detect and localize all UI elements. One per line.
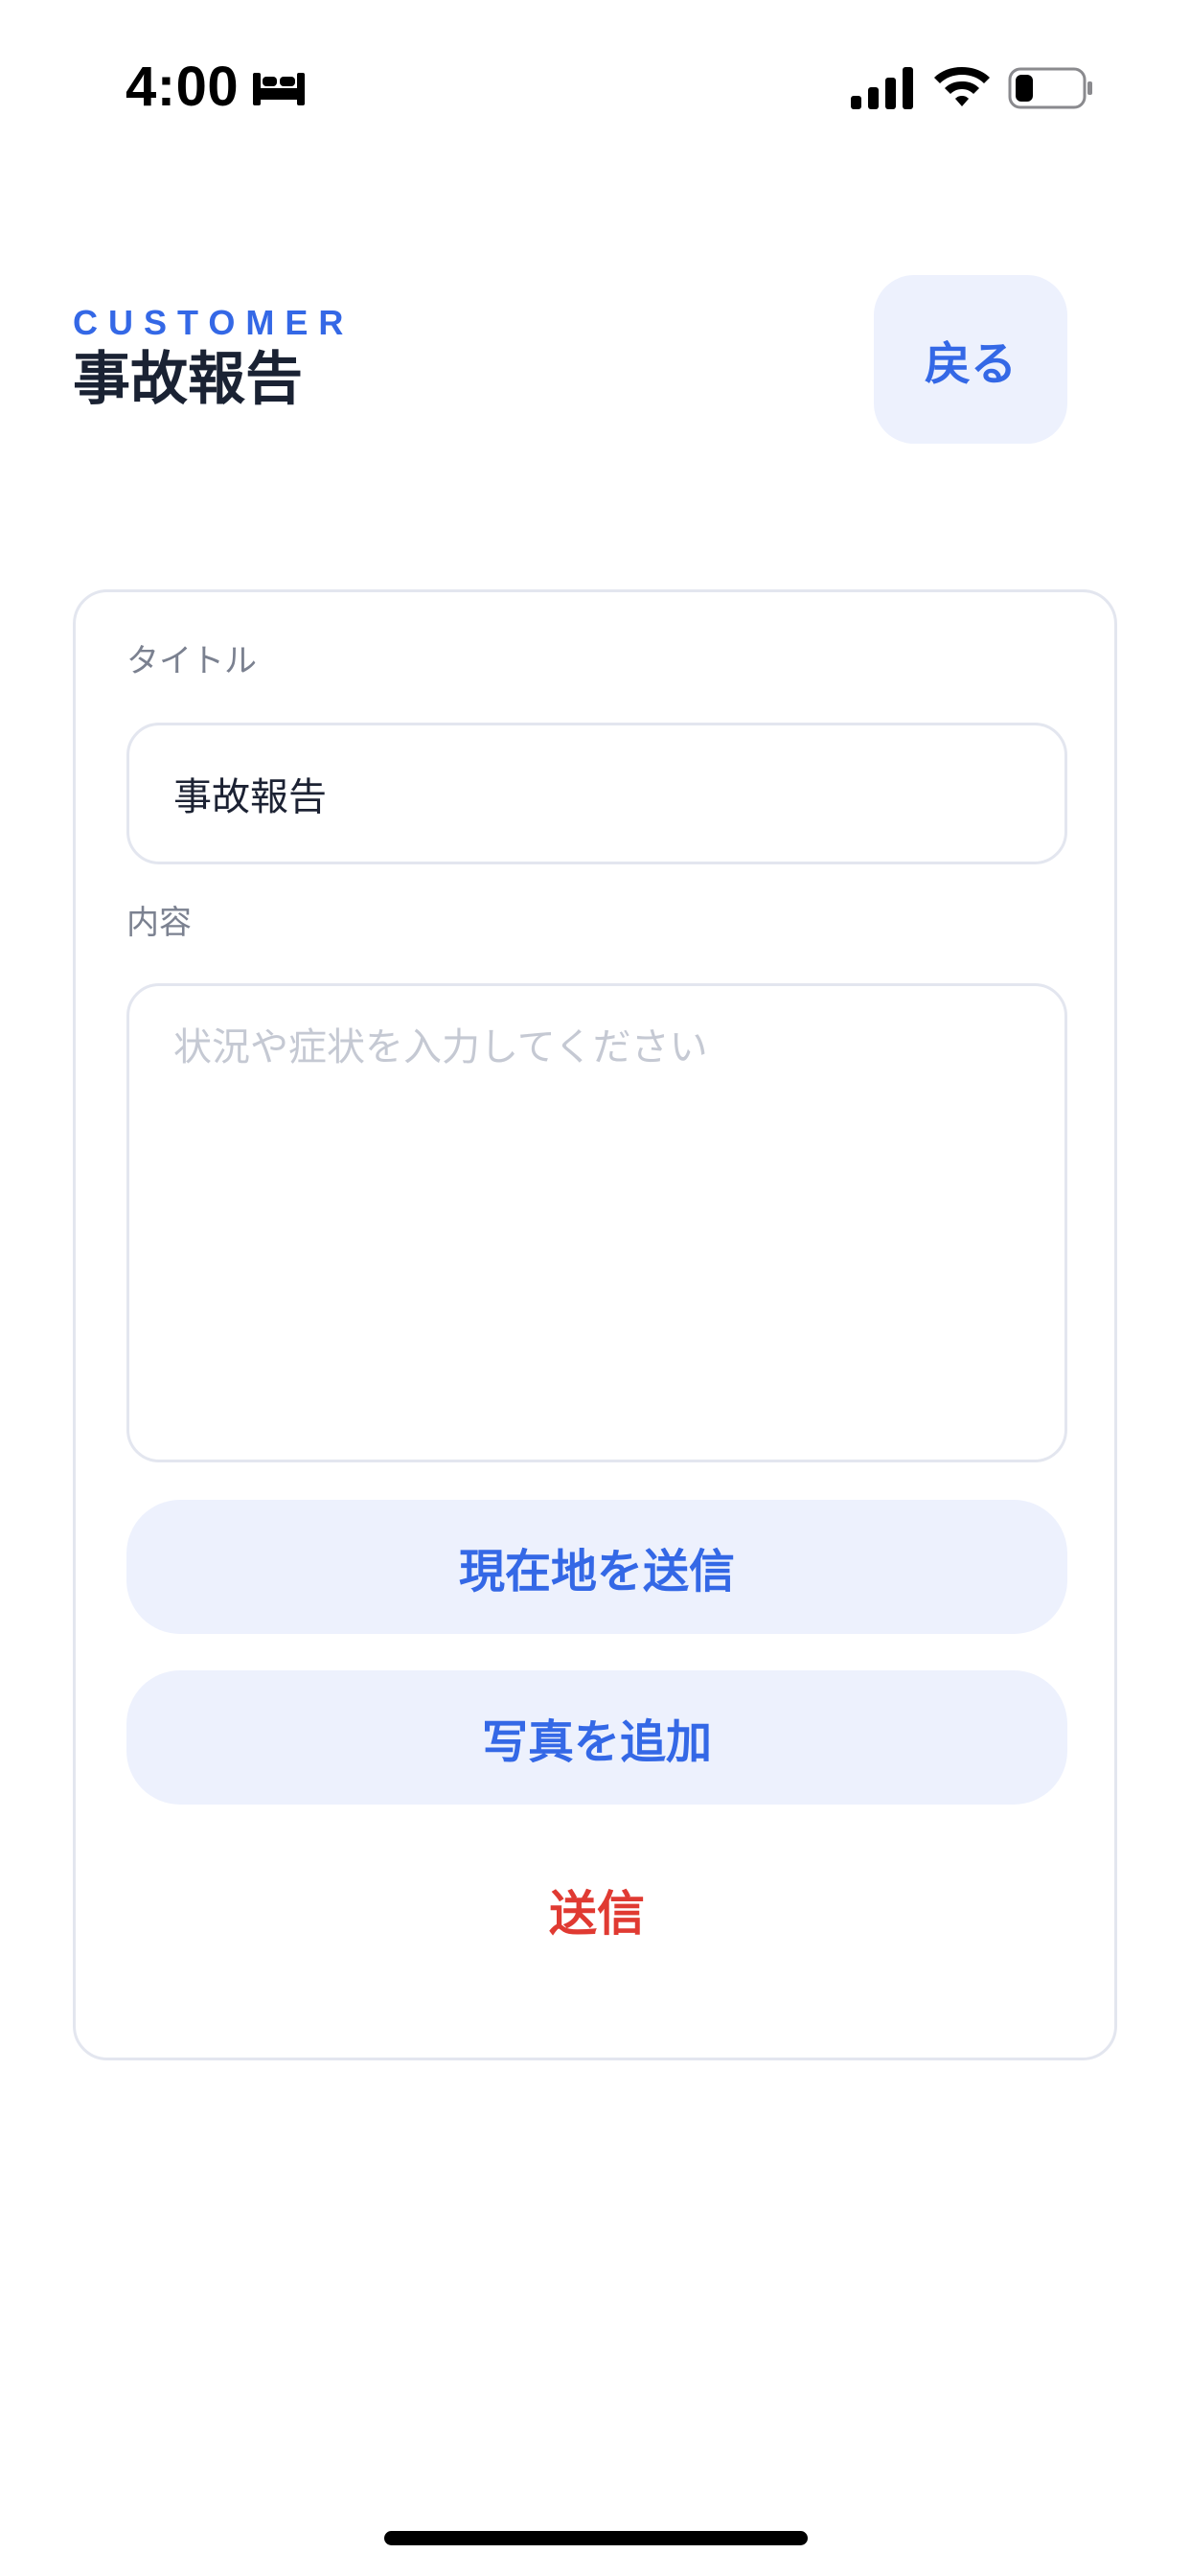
send-location-button[interactable]: 現在地を送信 <box>126 1500 1067 1634</box>
bed-icon <box>253 73 305 105</box>
title-input[interactable]: 事故報告 <box>126 723 1067 864</box>
status-bar: 4:00 <box>0 0 1190 172</box>
cellular-signal-icon <box>851 67 913 109</box>
content-textarea[interactable]: 状況や症状を入力してください <box>126 983 1067 1462</box>
title-input-value: 事故報告 <box>173 775 327 819</box>
page-title: 事故報告 <box>73 346 303 413</box>
title-field-label: タイトル <box>126 642 257 680</box>
report-form-card: タイトル 事故報告 内容 状況や症状を入力してください 現在地を送信 写真を追加… <box>73 589 1117 2060</box>
add-photo-button[interactable]: 写真を追加 <box>126 1670 1067 1805</box>
status-time: 4:00 <box>126 56 240 118</box>
role-eyebrow: CUSTOMER <box>73 303 355 342</box>
content-field-label: 内容 <box>126 904 192 942</box>
home-indicator[interactable] <box>384 2531 808 2545</box>
wifi-icon <box>934 67 990 106</box>
submit-button[interactable]: 送信 <box>126 1867 1067 1953</box>
battery-icon <box>1008 67 1092 109</box>
content-placeholder: 状況や症状を入力してください <box>173 1025 708 1070</box>
back-button[interactable]: 戻る <box>874 275 1067 444</box>
